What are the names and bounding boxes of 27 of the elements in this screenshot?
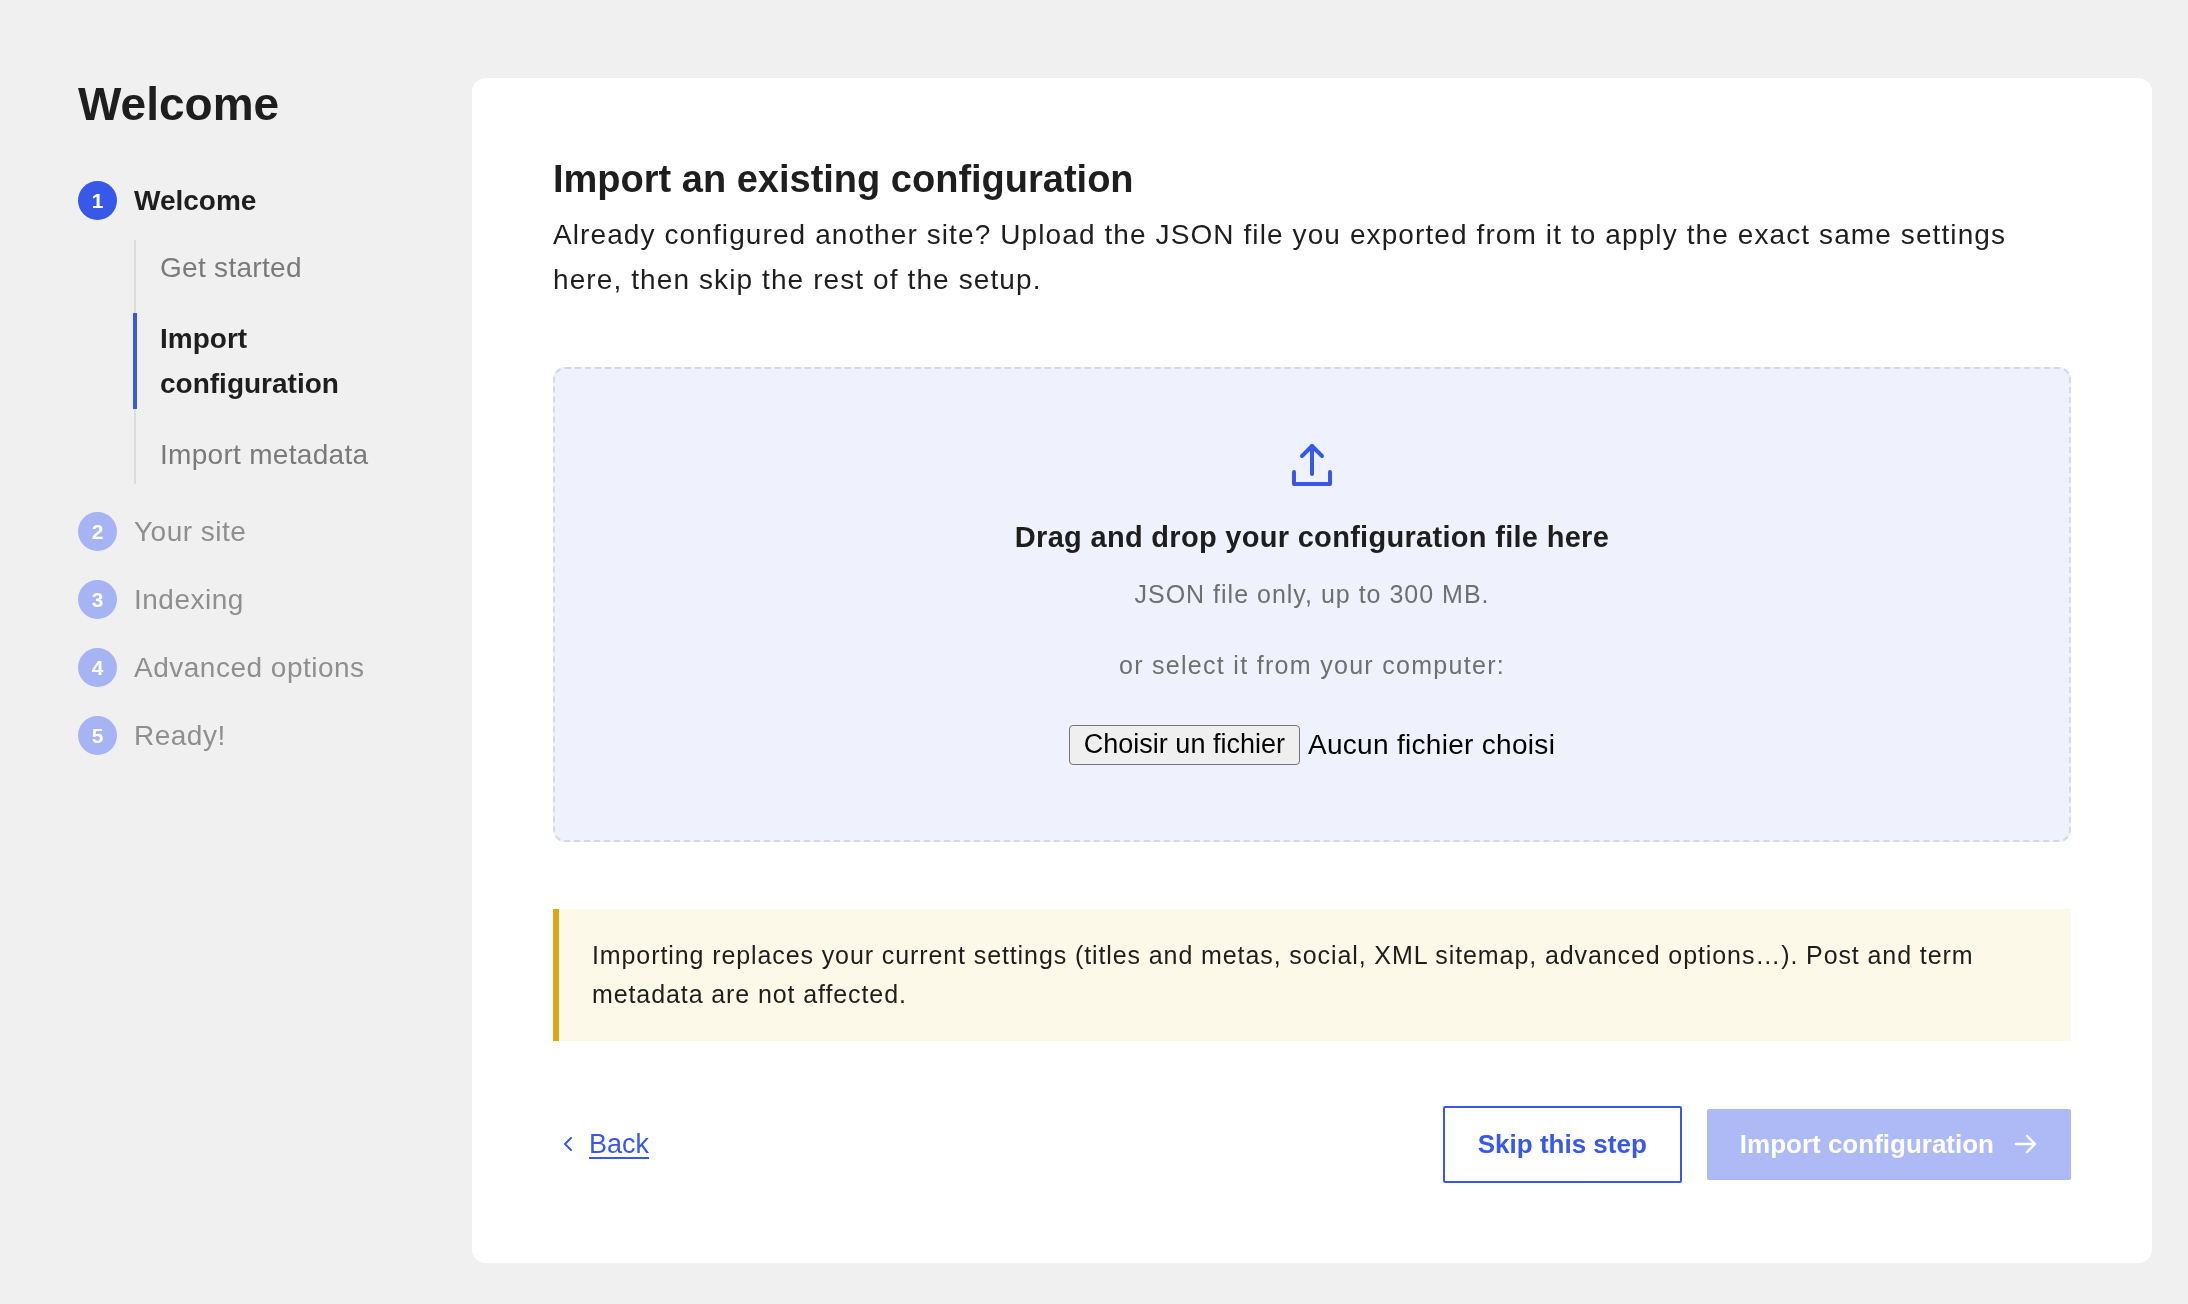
step-link[interactable]: Welcome — [134, 180, 257, 220]
substep-link[interactable]: Import metadata — [133, 428, 378, 480]
step-link[interactable]: Indexing — [134, 579, 244, 619]
step-number: 2 — [78, 511, 117, 551]
file-status-text: Aucun fichier choisi — [1307, 727, 1556, 762]
step-link[interactable]: Advanced options — [134, 647, 365, 687]
drop-zone-title: Drag and drop your configuration file here — [1013, 519, 1611, 555]
skip-button[interactable]: Skip this step — [1442, 1105, 1682, 1183]
chevron-left-icon — [561, 1135, 575, 1154]
back-link[interactable]: Back — [553, 1123, 650, 1165]
substep-link[interactable]: Get started — [133, 241, 378, 293]
warning-notice: Importing replaces your current settings (titles and metas, social, XML sitemap, advanced options…). Post and term metadata are not affected. — [553, 908, 2071, 1041]
select-file-text: or select it from your computer: — [1117, 649, 1507, 681]
choose-file-button[interactable]: Choisir un fichier — [1068, 724, 1300, 765]
step-number: 4 — [78, 647, 117, 687]
arrow-right-icon — [2014, 1133, 2038, 1156]
page-heading: Import an existing configuration — [553, 158, 1135, 202]
step-link[interactable]: Ready! — [134, 715, 226, 755]
file-limit-text: JSON file only, up to 300 MB. — [1133, 578, 1491, 610]
sidebar-title: Welcome — [78, 78, 281, 131]
step-number: 5 — [78, 715, 117, 755]
drop-zone[interactable]: Drag and drop your configuration file here JSON file only, up to 300 MB. or select it from your computer: Choisir un fichier Aucun fichier choisi — [553, 366, 2071, 842]
step-number: 1 — [78, 180, 117, 220]
substep-link[interactable]: Import configuration — [133, 312, 378, 409]
step-number: 3 — [78, 579, 117, 619]
description-text: Already configured another site? Upload the JSON file you exported from it to apply the exact same settings here, then skip the rest of the setup. — [553, 217, 2008, 297]
step-link[interactable]: Your site — [134, 511, 247, 551]
